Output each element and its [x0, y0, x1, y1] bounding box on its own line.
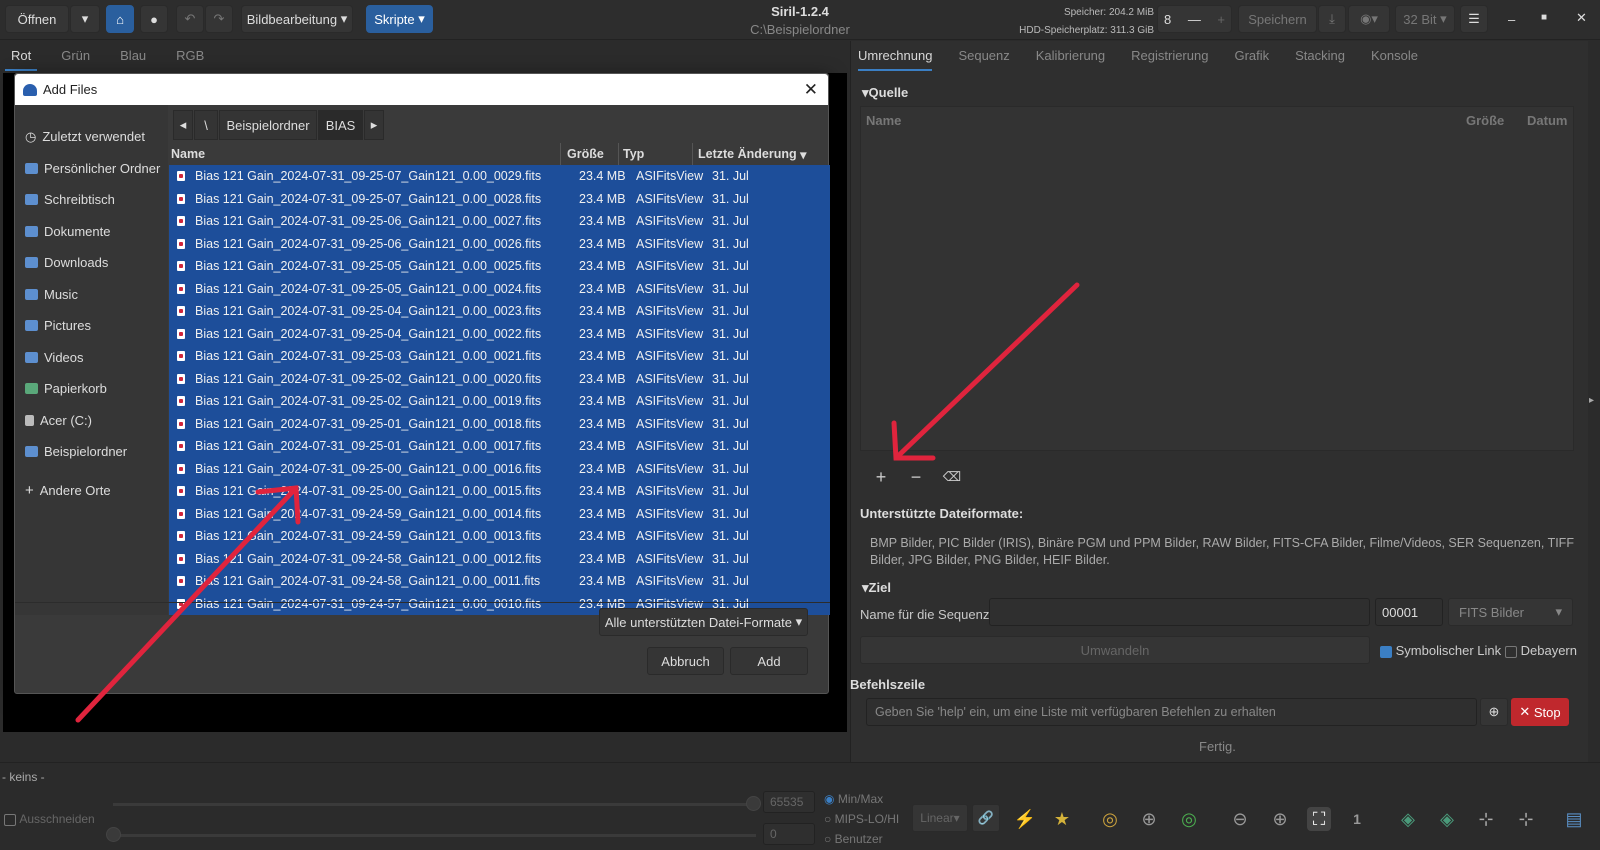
- annotation-arrows: [75, 282, 1080, 723]
- arrow-1-shaft: [75, 485, 299, 723]
- arrow-2-shaft: [893, 282, 1080, 461]
